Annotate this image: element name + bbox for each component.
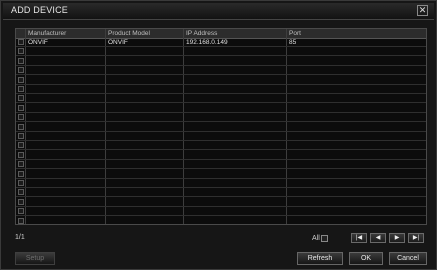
dialog-title: ADD DEVICE — [11, 5, 69, 15]
header-product-model[interactable]: Product Model — [106, 29, 150, 38]
table-row[interactable] — [16, 123, 426, 132]
table-row[interactable] — [16, 76, 426, 85]
header-manufacturer[interactable]: Manufacturer — [26, 29, 66, 38]
row-checkbox[interactable] — [18, 161, 24, 168]
prev-page-button[interactable]: ◀ — [370, 233, 386, 243]
row-checkbox[interactable] — [18, 67, 24, 74]
row-checkbox[interactable] — [18, 208, 24, 215]
row-checkbox[interactable] — [18, 86, 24, 92]
table-row[interactable] — [16, 94, 426, 104]
close-icon[interactable]: ✕ — [417, 5, 428, 16]
last-page-button[interactable]: ▶| — [408, 233, 424, 243]
table-row[interactable] — [16, 179, 426, 188]
cell-manufacturer: ONVIF — [28, 39, 48, 46]
row-checkbox[interactable] — [18, 180, 24, 186]
table-row[interactable] — [16, 160, 426, 170]
select-all-label: All — [312, 235, 320, 242]
row-checkbox[interactable] — [18, 114, 24, 121]
row-checkbox[interactable] — [18, 48, 24, 55]
row-checkbox[interactable] — [18, 76, 24, 83]
table-row[interactable] — [16, 47, 426, 57]
row-checkbox[interactable] — [18, 198, 24, 205]
cell-port: 85 — [289, 39, 297, 46]
header-ip-address[interactable]: IP Address — [184, 29, 217, 38]
cancel-button[interactable]: Cancel — [389, 252, 427, 265]
row-checkbox[interactable] — [18, 104, 24, 111]
row-checkbox[interactable] — [18, 151, 24, 158]
row-checkbox[interactable] — [18, 39, 24, 45]
pagination-bar: 1/1 All |◀ ◀ ▶ ▶| — [15, 233, 427, 245]
title-bar: ADD DEVICE ✕ — [3, 3, 434, 20]
cell-product-model: ONVIF — [108, 39, 128, 46]
ok-button[interactable]: OK — [349, 252, 383, 265]
table-row[interactable] — [16, 170, 426, 179]
table-row[interactable] — [16, 188, 426, 198]
table-row[interactable] — [16, 217, 426, 224]
select-all-checkbox[interactable] — [321, 235, 328, 242]
table-row[interactable] — [16, 85, 426, 94]
row-checkbox[interactable] — [18, 189, 24, 196]
table-row[interactable] — [16, 198, 426, 207]
table-row[interactable] — [16, 132, 426, 141]
table-row[interactable] — [16, 141, 426, 151]
table-row[interactable] — [16, 104, 426, 113]
row-checkbox[interactable] — [18, 123, 24, 130]
next-page-button[interactable]: ▶ — [389, 233, 405, 243]
table-row[interactable] — [16, 113, 426, 123]
header-port[interactable]: Port — [287, 29, 301, 38]
device-table: Manufacturer Product Model IP Address Po… — [15, 28, 427, 225]
setup-button[interactable]: Setup — [15, 252, 55, 265]
row-checkbox[interactable] — [18, 170, 24, 177]
table-row[interactable]: ONVIF ONVIF 192.168.0.149 85 — [16, 38, 426, 47]
table-row[interactable] — [16, 57, 426, 66]
row-checkbox[interactable] — [18, 133, 24, 139]
table-row[interactable] — [16, 207, 426, 217]
table-row[interactable] — [16, 151, 426, 160]
row-checkbox[interactable] — [18, 142, 24, 149]
row-checkbox[interactable] — [18, 95, 24, 102]
table-row[interactable] — [16, 66, 426, 76]
page-indicator: 1/1 — [15, 234, 25, 241]
row-checkbox[interactable] — [18, 57, 24, 64]
first-page-button[interactable]: |◀ — [351, 233, 367, 243]
cell-ip-address: 192.168.0.149 — [186, 39, 228, 46]
row-checkbox[interactable] — [18, 217, 24, 224]
add-device-dialog: ADD DEVICE ✕ Manufacturer Product Model … — [0, 0, 437, 270]
refresh-button[interactable]: Refresh — [297, 252, 343, 265]
